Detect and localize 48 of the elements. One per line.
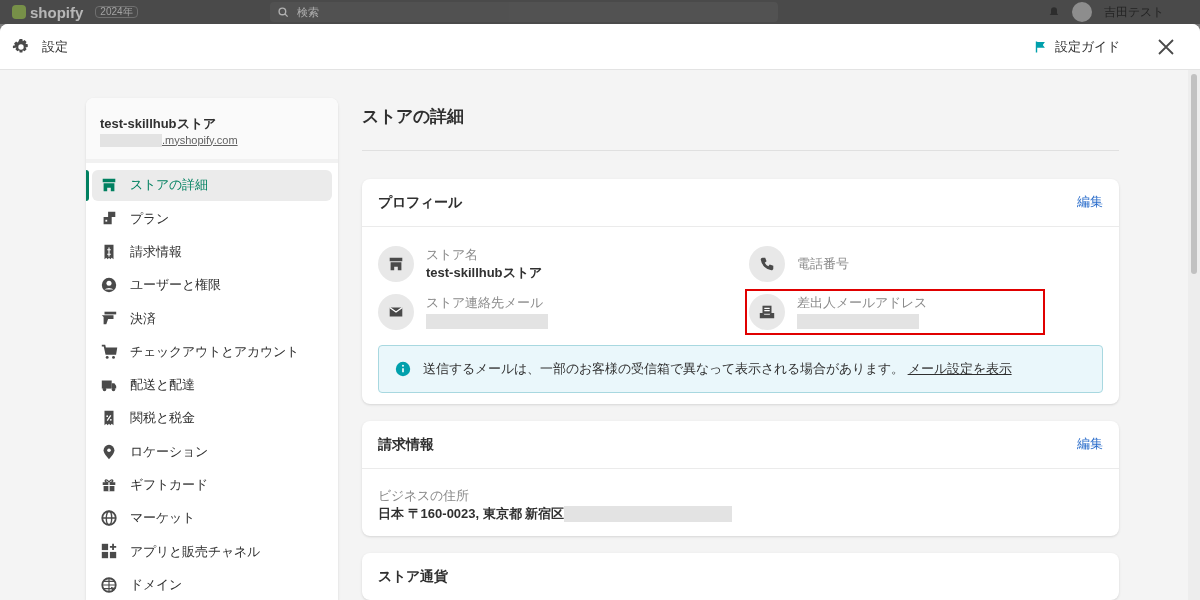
- search-field[interactable]: 検索: [269, 2, 778, 22]
- sidebar-item[interactable]: 関税と税金: [92, 402, 332, 434]
- sidebar-item[interactable]: ユーザーと権限: [92, 269, 332, 301]
- field-value: test-skillhubストア: [426, 263, 542, 282]
- sidebar-item[interactable]: ギフトカード: [92, 469, 332, 501]
- field-label: 差出人メールアドレス: [796, 294, 927, 312]
- flag-icon: [1033, 39, 1047, 54]
- scrollbar[interactable]: [1188, 70, 1200, 600]
- sidebar-item[interactable]: 配送と配達: [92, 369, 332, 401]
- field-label: ストア連絡先メール: [426, 294, 544, 312]
- field-label: 電話番号: [796, 254, 849, 273]
- apps-icon: [100, 542, 118, 561]
- close-button[interactable]: [1156, 36, 1176, 57]
- person-icon: [100, 276, 118, 295]
- avatar[interactable]: [1072, 2, 1092, 22]
- sidebar-item[interactable]: アプリと販売チャネル: [92, 535, 332, 567]
- setup-guide-button[interactable]: 設定ガイド: [1033, 36, 1120, 57]
- sidebar-item[interactable]: プラン: [92, 202, 332, 234]
- search-icon: [277, 6, 289, 18]
- edit-link[interactable]: 編集: [1077, 434, 1103, 454]
- version-badge: 2024年: [95, 6, 138, 18]
- sidebar-item[interactable]: マーケット: [92, 502, 332, 534]
- sidebar-item[interactable]: 請求情報: [92, 236, 332, 268]
- card-title: プロフィール: [378, 192, 462, 212]
- sidebar-item[interactable]: 決済: [92, 302, 332, 334]
- notice-text: 送信するメールは、一部のお客様の受信箱で異なって表示される場合があります。 メール設定を表示: [423, 359, 1012, 378]
- field-value: 日本 〒160-0023, 東京都 新宿区: [378, 504, 565, 523]
- store-domain-link[interactable]: .myshopify.com: [162, 134, 238, 146]
- globe-cursor-icon: [100, 575, 118, 594]
- store-name: test-skillhubストア: [100, 115, 217, 133]
- close-icon: [1158, 38, 1174, 55]
- field-label: ストア名: [426, 245, 479, 264]
- page-title: ストアの詳細: [362, 98, 1119, 151]
- logo-text: shopify: [30, 4, 84, 20]
- field-label: ビジネスの住所: [378, 486, 470, 505]
- sidebar-item[interactable]: ドメイン: [92, 569, 332, 600]
- cart-icon: [100, 342, 118, 361]
- window-title: 設定: [42, 37, 68, 56]
- edit-link[interactable]: 編集: [1077, 192, 1103, 212]
- card-title: ストア通貨: [378, 567, 448, 587]
- sidebar-item[interactable]: ストアの詳細: [92, 169, 332, 201]
- bag-logo-icon: [12, 5, 26, 19]
- card-title: 請求情報: [378, 434, 434, 454]
- mail-settings-link[interactable]: メール設定を表示: [907, 360, 1012, 376]
- info-icon: [395, 360, 411, 377]
- sidebar-item[interactable]: チェックアウトとアカウント: [92, 336, 332, 368]
- globe-icon: [100, 509, 118, 528]
- sidebar-item[interactable]: ロケーション: [92, 436, 332, 467]
